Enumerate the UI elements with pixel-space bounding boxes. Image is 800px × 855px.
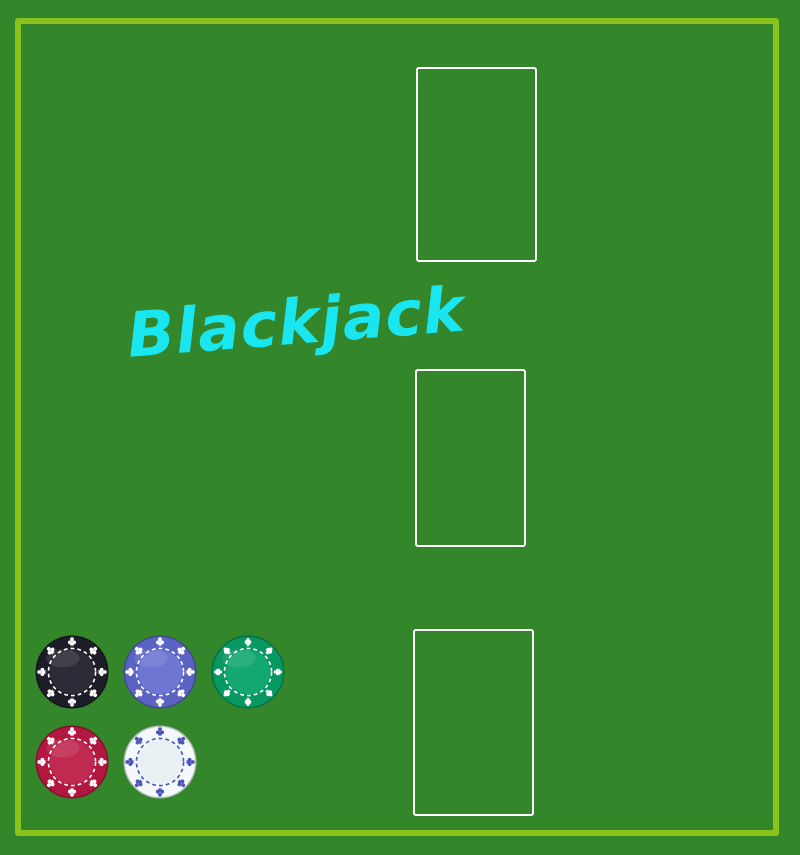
- player-card-slot: [413, 629, 534, 816]
- black-chip[interactable]: [34, 634, 110, 710]
- blue-chip[interactable]: [122, 634, 198, 710]
- red-chip[interactable]: [34, 724, 110, 800]
- dealer-card-slot: [416, 67, 537, 262]
- middle-card-slot: [415, 369, 526, 547]
- table-border: [15, 18, 779, 836]
- green-chip[interactable]: [210, 634, 286, 710]
- white-chip[interactable]: [122, 724, 198, 800]
